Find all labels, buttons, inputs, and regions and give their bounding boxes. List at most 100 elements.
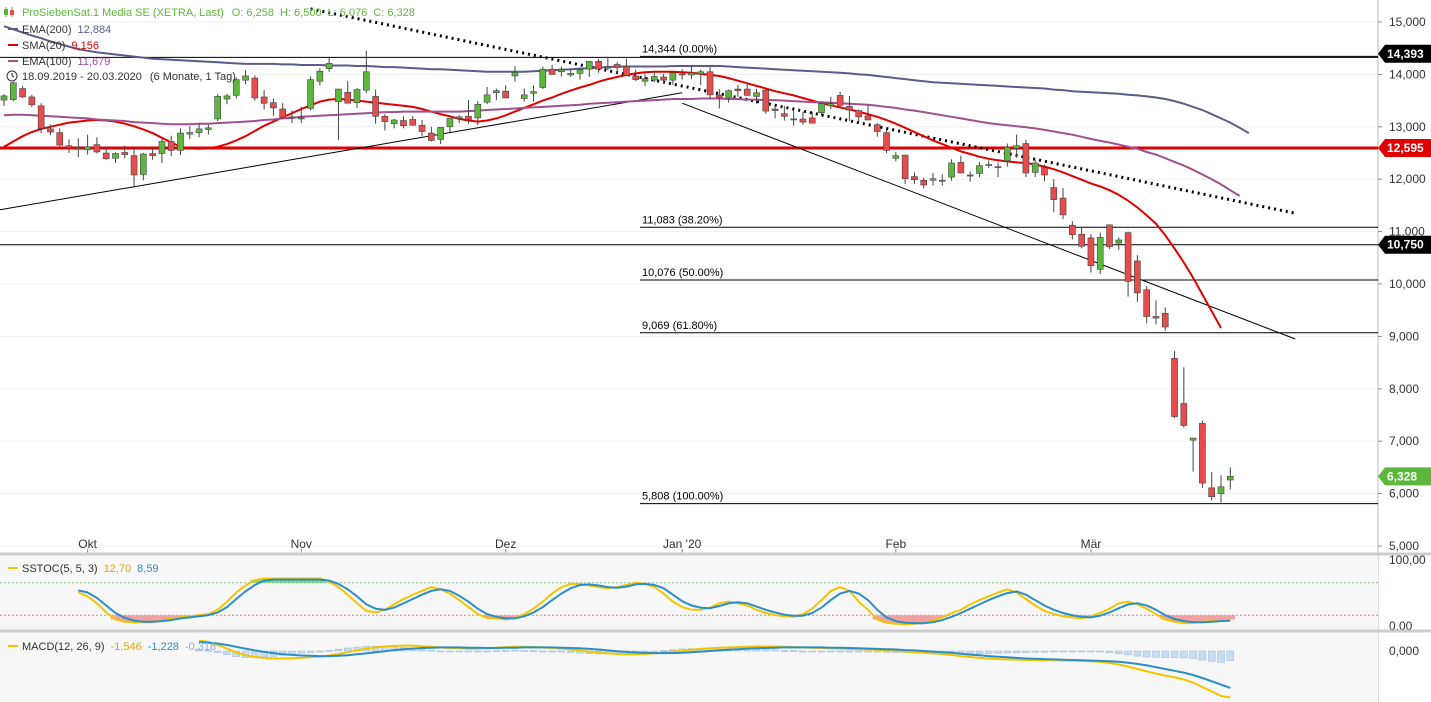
candle-body — [75, 147, 82, 150]
macd-hist-bar — [1040, 650, 1049, 653]
macd-hist-bar — [539, 650, 547, 653]
macd-hist-bar — [1012, 650, 1021, 654]
macd-hist-bar — [343, 647, 352, 652]
candle-body — [428, 132, 435, 141]
candle-body — [288, 116, 296, 119]
candle-body — [808, 117, 816, 124]
macd-hist-bar — [975, 650, 984, 654]
candle-body — [474, 103, 482, 119]
candle — [214, 94, 221, 122]
candle-body — [0, 95, 8, 101]
candle-body — [437, 127, 444, 140]
candle-body — [260, 96, 268, 104]
price-tag: 12,595 — [1378, 139, 1431, 158]
candle-body — [28, 96, 36, 106]
candle — [1106, 224, 1113, 249]
candle-body — [455, 116, 463, 119]
svg-text:18.09.2019 - 20.03.2020(6 Mona: 18.09.2019 - 20.03.2020 (6 Monate, 1 Tag) — [22, 71, 236, 83]
candle-body — [623, 66, 630, 76]
candle-body — [864, 115, 872, 121]
candle-body — [604, 66, 612, 69]
candle-body — [1152, 316, 1160, 319]
candle-body — [781, 113, 788, 117]
candle-body — [400, 120, 407, 127]
candle-body — [1161, 313, 1169, 328]
candle-body — [1226, 476, 1234, 481]
macd-hist-bar — [316, 650, 324, 653]
candle-body — [650, 76, 658, 81]
macd-hist-bar — [817, 650, 826, 653]
candle-body — [186, 132, 194, 135]
candle-body — [920, 179, 928, 186]
candle-body — [1031, 162, 1039, 173]
candle-body — [1078, 233, 1085, 247]
macd-hist-bar — [789, 650, 798, 652]
candle-body — [372, 96, 379, 117]
candle-body — [1022, 143, 1030, 174]
candle-body — [1087, 237, 1095, 266]
candle-body — [390, 119, 398, 124]
candle-body — [297, 117, 305, 120]
x-tick-label: Jan '20 — [663, 537, 702, 551]
candle — [706, 67, 714, 99]
macd-hist-bar — [464, 650, 473, 653]
candle-body — [1069, 225, 1076, 236]
macd-hist-bar — [1124, 650, 1132, 656]
fib-label: 9,069 (61.80%) — [642, 320, 717, 332]
macd-hist-bar — [1059, 650, 1067, 653]
candle-body — [669, 72, 677, 81]
candle-body — [641, 78, 649, 82]
macd-hist-bar — [836, 650, 844, 653]
macd-hist-bar — [334, 648, 343, 652]
macd-hist-bar — [1189, 650, 1197, 659]
macd-hist-bar — [520, 650, 528, 652]
candle-body — [697, 71, 705, 75]
candle-body — [901, 154, 909, 179]
macd-hist-bar — [808, 650, 816, 653]
candle-body — [632, 75, 640, 80]
y-tick-label: 10,000 — [1389, 277, 1426, 291]
candle-body — [205, 127, 212, 130]
svg-text:MACD(12, 26, 9)-1,546-1,228-0,: MACD(12, 26, 9) -1,546 -1,228 -0,318 — [22, 641, 216, 653]
candle-body — [836, 95, 844, 106]
macd-hist-bar — [1096, 650, 1104, 653]
macd-hist-bar — [306, 650, 315, 653]
candle-body — [892, 155, 900, 159]
stoch-axis-100: 100,00 — [1389, 553, 1426, 567]
candle-body — [678, 73, 686, 76]
candle-body — [753, 92, 760, 97]
macd-hist-bar — [501, 650, 510, 652]
candle-body — [37, 105, 45, 129]
price-tag: 14,393 — [1378, 44, 1431, 63]
macd-hist-bar — [1198, 650, 1207, 661]
macd-hist-bar — [827, 650, 835, 653]
candle — [9, 81, 17, 102]
macd-hist-bar — [1050, 650, 1058, 653]
macd-hist-bar — [1207, 650, 1216, 662]
macd-hist-bar — [325, 650, 333, 652]
candle — [1199, 420, 1206, 488]
macd-hist-bar — [1180, 650, 1188, 659]
candle-body — [688, 72, 695, 76]
macd-hist-bar — [1152, 650, 1160, 658]
candle-body — [938, 179, 946, 182]
x-tick-label: Mär — [1081, 537, 1102, 551]
period: 18.09.2019 - 20.03.2020 — [22, 71, 142, 83]
svg-text:SSTOC(5, 5, 3)12,708,59: SSTOC(5, 5, 3) 12,70 8,59 — [22, 563, 159, 575]
candle-body — [1106, 224, 1113, 248]
candle-body — [102, 152, 110, 160]
candle-body — [65, 145, 73, 149]
candle — [307, 76, 314, 111]
y-tick-label: 13,000 — [1389, 120, 1426, 134]
fib-label: 10,076 (50.00%) — [642, 267, 723, 279]
macd-hist-bar — [557, 650, 566, 653]
candle-body — [307, 79, 314, 109]
legend-ema200: EMA(200) — [22, 24, 72, 36]
candle-body — [957, 162, 965, 174]
candle-body — [929, 178, 937, 181]
macd-hist-bar — [529, 650, 538, 652]
candle-body — [1208, 487, 1215, 498]
candle-body — [873, 124, 881, 132]
candle — [28, 94, 36, 107]
price-tag-label: 6,328 — [1387, 469, 1417, 483]
